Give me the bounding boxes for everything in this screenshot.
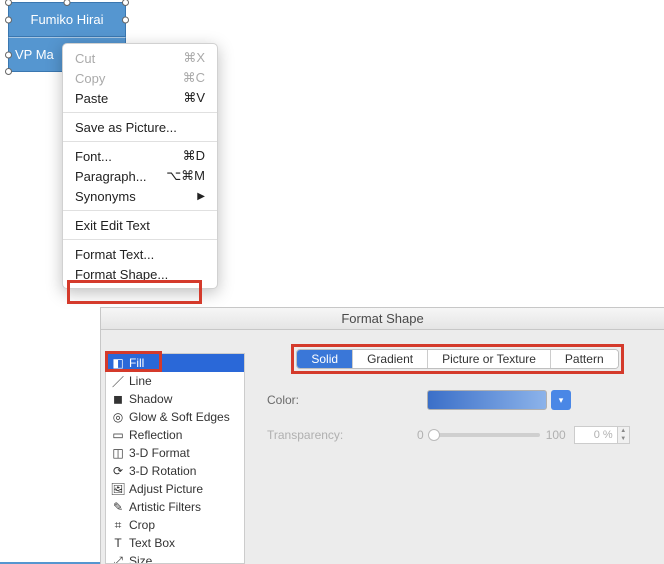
fill-icon: ◧: [109, 356, 127, 370]
sidebar-item-adjust-picture[interactable]: 🖼Adjust Picture: [106, 480, 244, 498]
sidebar-item-label: Adjust Picture: [129, 482, 203, 496]
window-title: Format Shape: [101, 308, 664, 330]
menu-separator: [63, 210, 217, 211]
resize-handle[interactable]: [122, 0, 129, 6]
artistic-filters-icon: ✎: [109, 500, 127, 514]
format-shape-sidebar: ◧Fill／Line◼Shadow◎Glow & Soft Edges▭Refl…: [105, 353, 245, 564]
resize-handle[interactable]: [5, 16, 12, 23]
3d-format-icon: ◫: [109, 446, 127, 460]
glow-icon: ◎: [109, 410, 127, 424]
menu-copy: Copy⌘C: [63, 68, 217, 88]
menu-cut: Cut⌘X: [63, 48, 217, 68]
resize-handle[interactable]: [122, 16, 129, 23]
sidebar-item-label: Shadow: [129, 392, 172, 406]
slider-thumb[interactable]: [428, 429, 440, 441]
format-shape-panel: Solid Gradient Picture or Texture Patter…: [251, 336, 664, 564]
sidebar-item-glow-soft-edges[interactable]: ◎Glow & Soft Edges: [106, 408, 244, 426]
sidebar-item-3-d-rotation[interactable]: ⟳3-D Rotation: [106, 462, 244, 480]
menu-paste[interactable]: Paste⌘V: [63, 88, 217, 108]
sidebar-item-label: Size: [129, 554, 152, 564]
shape-name-box[interactable]: Fumiko Hirai: [8, 2, 126, 37]
chevron-right-icon: ▶: [197, 191, 205, 202]
sidebar-item-text-box[interactable]: TText Box: [106, 534, 244, 552]
menu-format-shape[interactable]: Format Shape...: [63, 264, 217, 284]
fill-type-segmented: Solid Gradient Picture or Texture Patter…: [296, 349, 618, 369]
menu-format-text[interactable]: Format Text...: [63, 244, 217, 264]
sidebar-item-label: Text Box: [129, 536, 175, 550]
color-dropdown-button[interactable]: ▾: [551, 390, 571, 410]
size-icon: ⤢: [109, 554, 127, 564]
color-row: Color: ▾: [267, 390, 648, 410]
shape-name: Fumiko Hirai: [31, 12, 104, 27]
format-shape-window: Format Shape ◧Fill／Line◼Shadow◎Glow & So…: [100, 307, 664, 564]
tab-solid[interactable]: Solid: [297, 350, 353, 368]
context-menu: Cut⌘X Copy⌘C Paste⌘V Save as Picture... …: [62, 43, 218, 289]
shape-role: VP Ma: [15, 47, 54, 62]
highlight-fill-tabs: Solid Gradient Picture or Texture Patter…: [291, 344, 623, 374]
sidebar-item-label: 3-D Rotation: [129, 464, 196, 478]
sidebar-item-fill[interactable]: ◧Fill: [106, 354, 244, 372]
transparency-slider[interactable]: [430, 433, 540, 437]
transparency-max: 100: [546, 428, 566, 442]
tab-picture-texture[interactable]: Picture or Texture: [428, 350, 551, 368]
line-icon: ／: [109, 374, 127, 388]
sidebar-item-label: Crop: [129, 518, 155, 532]
sidebar-item-shadow[interactable]: ◼Shadow: [106, 390, 244, 408]
resize-handle[interactable]: [5, 51, 12, 58]
sidebar-item-artistic-filters[interactable]: ✎Artistic Filters: [106, 498, 244, 516]
menu-save-as-picture[interactable]: Save as Picture...: [63, 117, 217, 137]
sidebar-item-label: Reflection: [129, 428, 182, 442]
transparency-stepper[interactable]: ▲ ▼: [618, 426, 630, 444]
tab-gradient[interactable]: Gradient: [353, 350, 428, 368]
menu-paragraph[interactable]: Paragraph...⌥⌘M: [63, 166, 217, 186]
sidebar-item-reflection[interactable]: ▭Reflection: [106, 426, 244, 444]
transparency-label: Transparency:: [267, 428, 387, 442]
stepper-up-icon[interactable]: ▲: [618, 427, 629, 435]
sidebar-item-label: Line: [129, 374, 152, 388]
sidebar-item-label: Artistic Filters: [129, 500, 201, 514]
transparency-row: Transparency: 0 100 0 % ▲ ▼: [267, 426, 648, 444]
color-label: Color:: [267, 393, 387, 407]
sidebar-item-3-d-format[interactable]: ◫3-D Format: [106, 444, 244, 462]
resize-handle[interactable]: [64, 0, 71, 6]
crop-icon: ⌗: [109, 518, 127, 532]
menu-synonyms[interactable]: Synonyms▶: [63, 186, 217, 206]
3d-rotation-icon: ⟳: [109, 464, 127, 478]
transparency-input[interactable]: 0 %: [574, 426, 618, 444]
reflection-icon: ▭: [109, 428, 127, 442]
tab-pattern[interactable]: Pattern: [551, 350, 618, 368]
sidebar-item-line[interactable]: ／Line: [106, 372, 244, 390]
transparency-min: 0: [417, 428, 424, 442]
color-well[interactable]: [427, 390, 547, 410]
sidebar-item-label: Fill: [129, 356, 144, 370]
menu-separator: [63, 239, 217, 240]
text-box-icon: T: [109, 536, 127, 550]
resize-handle[interactable]: [5, 0, 12, 6]
chevron-updown-icon: ▾: [559, 395, 564, 406]
sidebar-item-size[interactable]: ⤢Size: [106, 552, 244, 564]
sidebar-item-crop[interactable]: ⌗Crop: [106, 516, 244, 534]
menu-exit-edit-text[interactable]: Exit Edit Text: [63, 215, 217, 235]
menu-separator: [63, 112, 217, 113]
resize-handle[interactable]: [5, 68, 12, 75]
adjust-picture-icon: 🖼: [109, 482, 127, 496]
sidebar-item-label: 3-D Format: [129, 446, 190, 460]
menu-font[interactable]: Font...⌘D: [63, 146, 217, 166]
sidebar-item-label: Glow & Soft Edges: [129, 410, 230, 424]
menu-separator: [63, 141, 217, 142]
stepper-down-icon[interactable]: ▼: [618, 435, 629, 443]
shadow-icon: ◼: [109, 392, 127, 406]
